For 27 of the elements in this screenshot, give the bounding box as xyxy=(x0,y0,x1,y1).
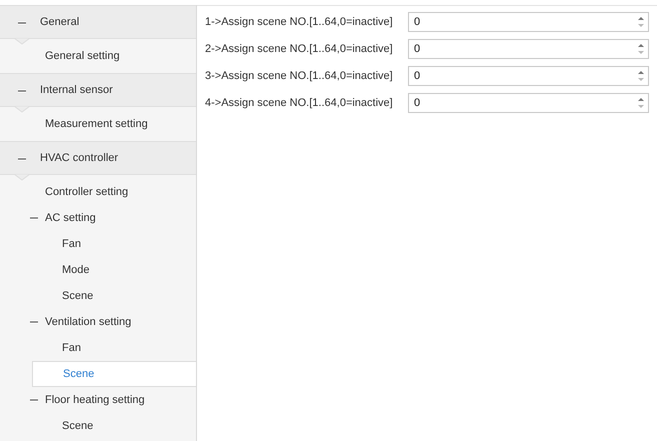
number-field[interactable]: 0 xyxy=(408,39,649,59)
tree-item[interactable]: Ventilation setting xyxy=(45,309,132,335)
tree-item[interactable]: Floor heating setting xyxy=(45,387,145,413)
tree-item[interactable]: Measurement setting xyxy=(45,111,148,137)
tree-item[interactable]: Scene xyxy=(62,283,94,309)
parameter-label: 1->Assign scene NO.[1..64,0=inactive] xyxy=(205,14,394,30)
tree-item[interactable]: General setting xyxy=(45,43,120,69)
tree-item[interactable]: Fan xyxy=(62,335,81,361)
tree-item[interactable]: AC setting xyxy=(45,205,96,231)
parameter-label: 2->Assign scene NO.[1..64,0=inactive] xyxy=(205,42,394,57)
parameter-label: 4->Assign scene NO.[1..64,0=inactive] xyxy=(205,96,394,111)
tree-item[interactable]: Scene xyxy=(32,361,196,387)
spinner-icon[interactable] xyxy=(638,43,644,55)
parameter-label: 3->Assign scene NO.[1..64,0=inactive] xyxy=(205,68,394,84)
tree-item[interactable]: Mode xyxy=(62,257,90,283)
number-field[interactable]: 0 xyxy=(408,93,649,113)
section-title: Internal sensor xyxy=(40,82,113,98)
spinner-icon[interactable] xyxy=(638,16,644,28)
spinner-icon[interactable] xyxy=(638,97,644,109)
tree-item[interactable]: Fan xyxy=(62,231,81,257)
section-title: HVAC controller xyxy=(40,150,118,166)
spinner-icon[interactable] xyxy=(638,70,644,82)
number-field[interactable]: 0 xyxy=(408,12,649,32)
number-field[interactable]: 0 xyxy=(408,66,649,86)
section-title: General xyxy=(40,14,80,30)
tree-item[interactable]: Controller setting xyxy=(45,179,128,205)
tree-item[interactable]: Scene xyxy=(62,413,94,439)
